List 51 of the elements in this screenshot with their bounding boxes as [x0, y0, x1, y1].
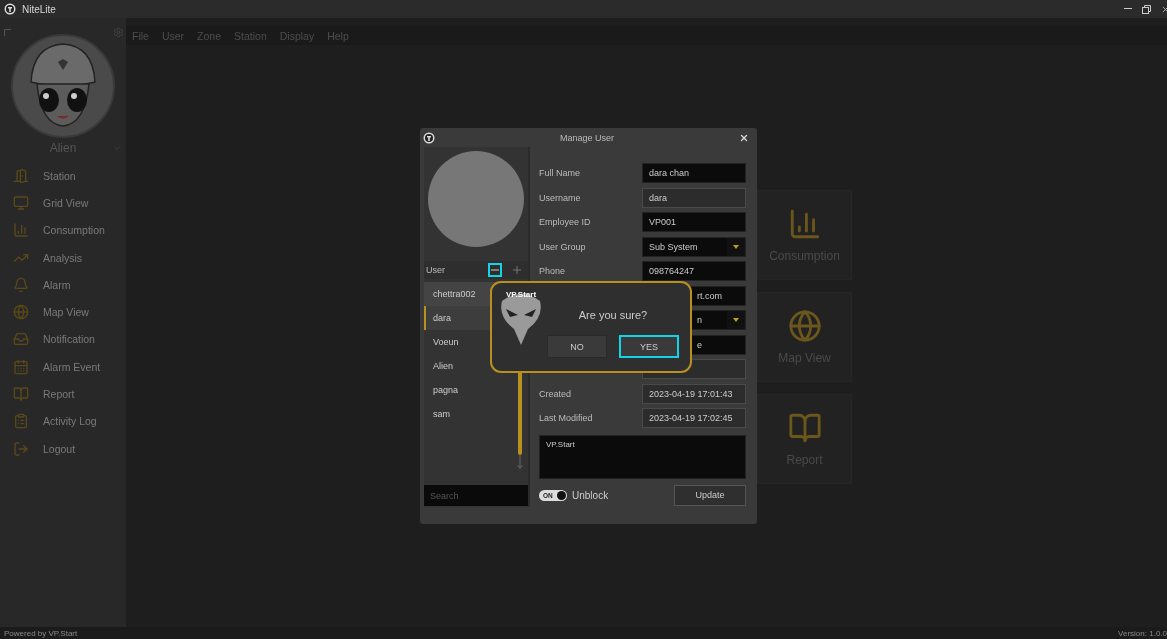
- input-field[interactable]: 2023-04-19 17:02:45: [642, 408, 746, 429]
- logout-icon: [13, 440, 29, 457]
- powered-by-text: Powered by VP.Start: [4, 628, 78, 638]
- input-field[interactable]: dara chan: [642, 163, 746, 184]
- toggle-label: Unblock: [572, 489, 610, 501]
- field-label: Created: [539, 388, 573, 399]
- sidebar-item[interactable]: Consumption: [0, 216, 126, 244]
- search-field[interactable]: Search: [424, 485, 528, 506]
- minimize-icon[interactable]: [1124, 8, 1132, 10]
- input-field[interactable]: 098764247: [642, 261, 746, 282]
- sidebar-item[interactable]: Logout: [0, 434, 126, 463]
- sidebar-item[interactable]: Alarm Event: [0, 353, 126, 381]
- user-list-item[interactable]: pagna: [424, 378, 520, 402]
- field-label: Username: [539, 192, 582, 203]
- sidebar-item[interactable]: Alarm: [0, 271, 126, 299]
- alarm-icon: [13, 276, 29, 293]
- update-button[interactable]: Update: [674, 484, 746, 506]
- remove-user-button[interactable]: [488, 263, 502, 277]
- sidebar-item[interactable]: Activity Log: [0, 407, 126, 435]
- sidebar-item[interactable]: Analysis: [0, 243, 126, 272]
- note-field[interactable]: VP.Start: [539, 434, 746, 479]
- sidebar-item[interactable]: Notification: [0, 325, 126, 354]
- field-label: Full Name: [539, 168, 581, 179]
- app-logo-icon: [4, 3, 16, 15]
- caret-icon: [733, 244, 739, 249]
- dialog-title: Manage User: [559, 132, 615, 143]
- confirm-button[interactable]: NO: [547, 335, 607, 358]
- window-title: NiteLite: [22, 3, 57, 15]
- close-icon[interactable]: [739, 132, 749, 143]
- dialog-logo-icon: [423, 131, 435, 144]
- close-icon[interactable]: [1161, 4, 1167, 14]
- field-label: User Group: [539, 241, 587, 252]
- sidebar-item[interactable]: Report: [0, 380, 126, 408]
- field-label: Employee ID: [539, 217, 592, 228]
- input-field[interactable]: 2023-04-19 17:01:43: [642, 383, 746, 404]
- input-field[interactable]: dara: [642, 187, 746, 208]
- restore-icon[interactable]: [1142, 4, 1151, 14]
- field-label: Phone: [539, 266, 567, 277]
- corner-icon: [4, 28, 11, 36]
- input-field[interactable]: VP001: [642, 212, 746, 233]
- list-header-label: User: [426, 265, 446, 275]
- field-label: Last Modified: [539, 413, 594, 424]
- sidebar-item[interactable]: Station: [0, 162, 126, 190]
- caret-icon: [733, 318, 739, 323]
- sidebar-item[interactable]: Map View: [0, 298, 126, 326]
- plus-icon: [513, 266, 521, 274]
- dropdown-field[interactable]: Sub System: [642, 236, 746, 257]
- sidebar-item[interactable]: Grid View: [0, 189, 126, 217]
- user-list-item[interactable]: sam: [424, 402, 520, 426]
- version-text: Version: 1.0.0: [1118, 628, 1167, 638]
- confirm-button[interactable]: YES: [619, 335, 679, 358]
